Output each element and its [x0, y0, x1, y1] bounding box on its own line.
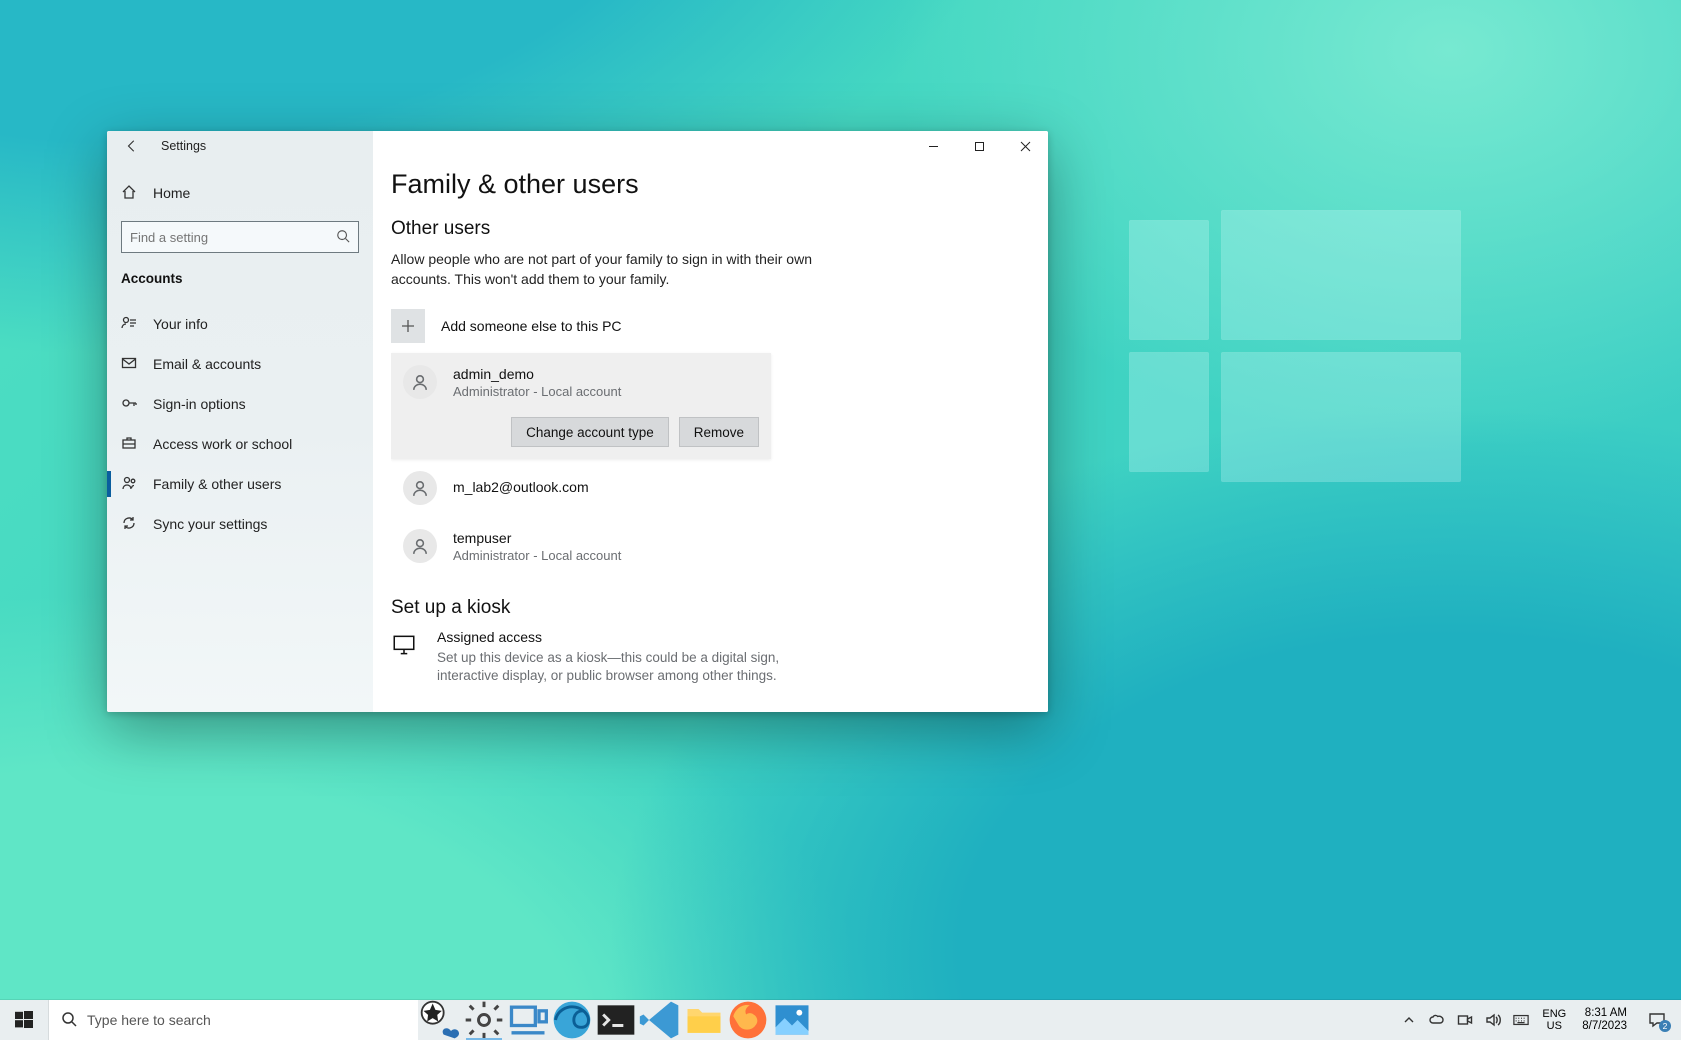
- taskbar-vscode-icon[interactable]: [638, 1000, 682, 1040]
- taskbar-firefox-icon[interactable]: [726, 1000, 770, 1040]
- kiosk-heading: Set up a kiosk: [391, 597, 1032, 619]
- tray-volume-icon[interactable]: [1480, 1000, 1506, 1040]
- sidebar-item-label: Access work or school: [153, 436, 292, 452]
- sidebar-search-input[interactable]: [130, 230, 336, 245]
- system-tray: ENG US 8:31 AM 8/7/2023 2: [1396, 1000, 1681, 1040]
- people-icon: [121, 475, 137, 494]
- user-row-tempuser[interactable]: tempuser Administrator - Local account: [391, 517, 771, 575]
- user-desc: Administrator - Local account: [453, 384, 621, 399]
- desktop: Settings Home Accounts: [0, 0, 1681, 1040]
- person-icon: [403, 529, 437, 563]
- other-users-heading: Other users: [391, 218, 1032, 240]
- remove-user-button[interactable]: Remove: [679, 417, 759, 447]
- tray-notifications-icon[interactable]: 2: [1637, 1000, 1677, 1040]
- sidebar-item-sign-in-options[interactable]: Sign-in options: [107, 384, 373, 424]
- taskbar-search-placeholder: Type here to search: [87, 1012, 211, 1028]
- taskbar-settings-icon[interactable]: [462, 1000, 506, 1040]
- sidebar-item-family-other-users[interactable]: Family & other users: [107, 464, 373, 504]
- user-row-admin-demo[interactable]: admin_demo Administrator - Local account…: [391, 353, 771, 459]
- change-account-type-button[interactable]: Change account type: [511, 417, 669, 447]
- sidebar-search[interactable]: [121, 221, 359, 253]
- tray-language[interactable]: ENG US: [1536, 1008, 1572, 1032]
- tray-onedrive-icon[interactable]: [1424, 1000, 1450, 1040]
- sidebar-section-label: Accounts: [107, 257, 373, 298]
- kiosk-item-title: Assigned access: [437, 629, 831, 645]
- tray-clock[interactable]: 8:31 AM 8/7/2023: [1574, 1007, 1635, 1033]
- sidebar-home-label: Home: [153, 185, 190, 201]
- sidebar-item-label: Sign-in options: [153, 396, 246, 412]
- mail-icon: [121, 355, 137, 374]
- sidebar-item-sync-settings[interactable]: Sync your settings: [107, 504, 373, 544]
- settings-window: Settings Home Accounts: [107, 131, 1048, 712]
- add-user-button[interactable]: Add someone else to this PC: [391, 305, 1032, 347]
- taskbar-file-explorer-icon[interactable]: [682, 1000, 726, 1040]
- tray-meet-now-icon[interactable]: [1452, 1000, 1478, 1040]
- news-widget-icon[interactable]: [418, 1000, 462, 1040]
- search-icon: [61, 1011, 77, 1030]
- page-title: Family & other users: [391, 169, 1032, 200]
- add-user-label: Add someone else to this PC: [441, 318, 622, 334]
- monitor-icon: [391, 632, 421, 663]
- windows-flag-wallpaper: [1129, 210, 1461, 482]
- sidebar-item-your-info[interactable]: Your info: [107, 304, 373, 344]
- person-icon: [403, 365, 437, 399]
- home-icon: [121, 184, 137, 203]
- sidebar-item-email-accounts[interactable]: Email & accounts: [107, 344, 373, 384]
- taskbar-task-view-icon[interactable]: [506, 1000, 550, 1040]
- kiosk-item-desc: Set up this device as a kiosk—this could…: [437, 649, 831, 685]
- sidebar-item-access-work-school[interactable]: Access work or school: [107, 424, 373, 464]
- sidebar-item-label: Sync your settings: [153, 516, 267, 532]
- tray-overflow-icon[interactable]: [1396, 1000, 1422, 1040]
- briefcase-icon: [121, 435, 137, 454]
- plus-icon: [391, 309, 425, 343]
- user-row-outlook[interactable]: m_lab2@outlook.com: [391, 459, 771, 517]
- start-button[interactable]: [0, 1000, 48, 1040]
- taskbar-search[interactable]: Type here to search: [48, 1000, 418, 1040]
- other-users-description: Allow people who are not part of your fa…: [391, 250, 851, 289]
- sidebar-item-label: Your info: [153, 316, 208, 332]
- taskbar: Type here to search: [0, 1000, 1681, 1040]
- person-icon: [403, 471, 437, 505]
- taskbar-terminal-icon[interactable]: [594, 1000, 638, 1040]
- settings-content: Family & other users Other users Allow p…: [373, 131, 1048, 712]
- sidebar-nav: Your info Email & accounts Sign-in optio…: [107, 304, 373, 544]
- tray-keyboard-icon[interactable]: [1508, 1000, 1534, 1040]
- back-button[interactable]: [121, 135, 143, 157]
- person-card-icon: [121, 315, 137, 334]
- sidebar-item-label: Family & other users: [153, 476, 281, 492]
- sidebar-home[interactable]: Home: [107, 173, 373, 213]
- search-icon: [336, 229, 350, 246]
- sync-icon: [121, 515, 137, 534]
- key-icon: [121, 395, 137, 414]
- settings-sidebar: Settings Home Accounts: [107, 131, 373, 712]
- content-scroll[interactable]: Family & other users Other users Allow p…: [391, 151, 1040, 712]
- user-desc: Administrator - Local account: [453, 548, 621, 563]
- assigned-access-row[interactable]: Assigned access Set up this device as a …: [391, 629, 831, 685]
- user-name: tempuser: [453, 530, 621, 546]
- sidebar-item-label: Email & accounts: [153, 356, 261, 372]
- user-name: m_lab2@outlook.com: [453, 479, 589, 495]
- taskbar-edge-icon[interactable]: [550, 1000, 594, 1040]
- notification-badge: 2: [1659, 1020, 1671, 1032]
- taskbar-photos-icon[interactable]: [770, 1000, 814, 1040]
- user-name: admin_demo: [453, 366, 621, 382]
- window-title: Settings: [161, 139, 206, 153]
